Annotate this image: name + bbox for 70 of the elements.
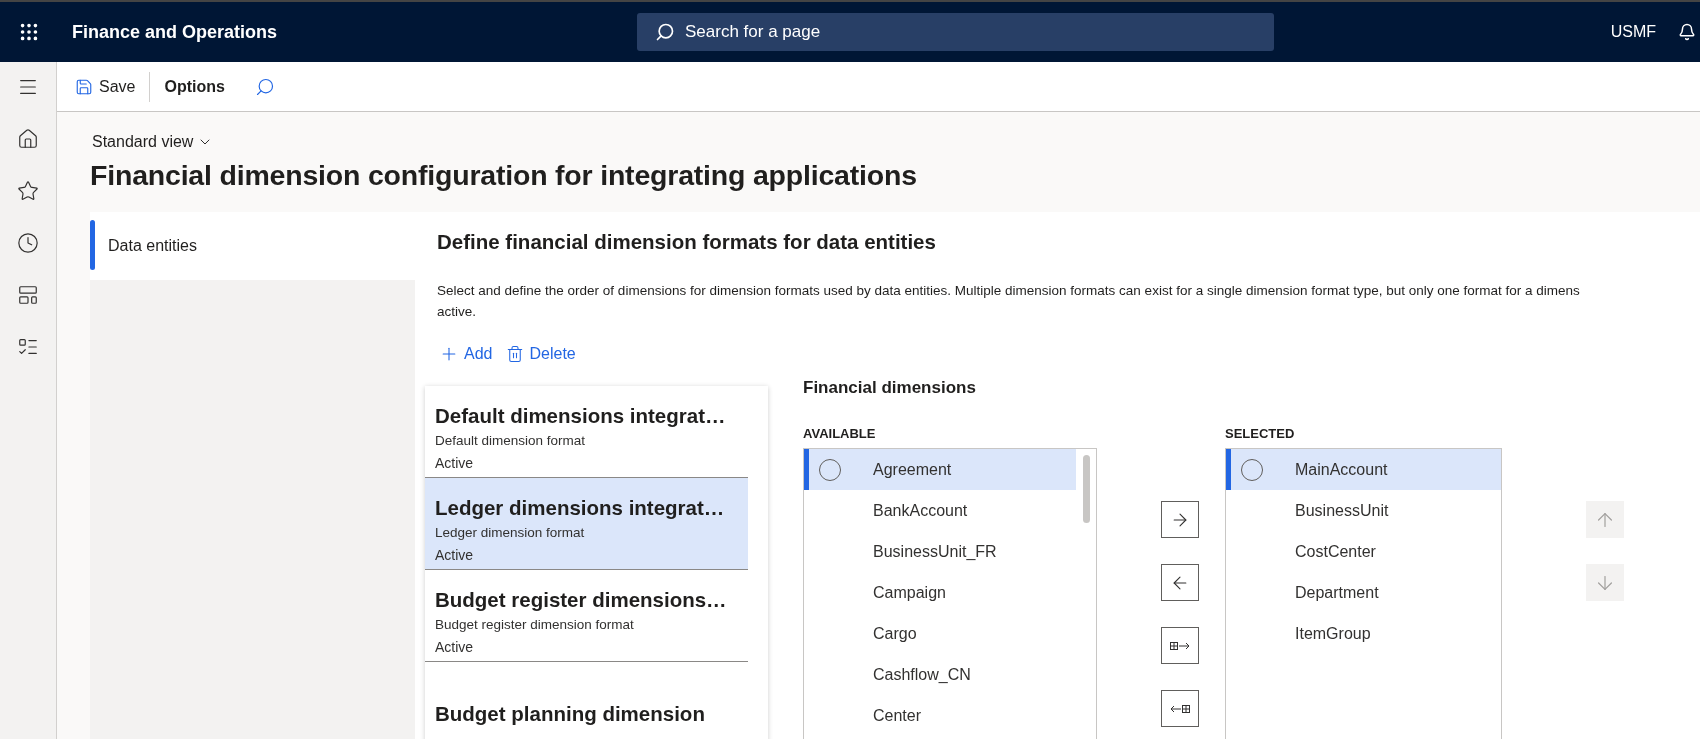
save-icon [75,77,93,96]
page-title: Financial dimension configuration for integrating applications [90,159,918,192]
grid-left-arrow-icon [1170,703,1190,714]
dimension-name: BusinessUnit_FR [873,542,997,561]
dimension-item[interactable]: Center [804,695,1076,736]
format-title: Default dimensions integrat… [435,404,727,428]
description-text: active. [437,303,478,321]
dimension-item[interactable]: BusinessUnit_FR [804,531,1076,572]
clock-icon[interactable] [17,232,39,254]
format-title: Budget planning dimension [435,701,706,726]
format-card[interactable]: Ledger dimensions integrat… Ledger dimension format Active [425,478,748,570]
format-card[interactable]: Default dimensions integrat… Default dimension format Active [425,386,748,478]
dimension-name: Campaign [873,583,946,602]
delete-button[interactable]: Delete [504,342,578,366]
dimension-name: Agreement [873,460,952,479]
home-icon[interactable] [17,128,39,150]
format-type: Default dimension format [435,433,587,448]
selected-label: SELECTED [1225,426,1296,441]
format-status: Active [435,455,475,471]
company-name[interactable]: USMF [1610,23,1656,41]
dimension-item[interactable]: MainAccount [1226,449,1501,490]
section-heading: Define financial dimension formats for data entities [437,230,937,254]
dimension-item[interactable]: Agreement [804,449,1076,490]
dimension-item[interactable]: Department [1226,572,1501,613]
dimension-item[interactable]: BankAccount [804,490,1076,531]
search-field[interactable]: Search for a page [637,13,1274,51]
search-placeholder: Search for a page [685,22,821,42]
format-type: Ledger dimension format [435,525,586,540]
dimension-name: Cashflow_CN [873,665,971,684]
format-card[interactable]: Budget register dimensions… Budget register dimension format Active [425,570,748,662]
dimension-name: ItemGroup [1295,624,1371,643]
dimension-name: BusinessUnit [1295,501,1389,520]
dimension-name: MainAccount [1295,460,1388,479]
description-text: Select and define the order of dimensions for dimension formats used by data entities. Multiple dimension formats can exist for a single dimension format type, but only one format for a dimens [437,282,1581,300]
format-status: Active [435,639,475,655]
dimension-name: CostCenter [1295,542,1376,561]
view-selector[interactable]: Standard view [90,133,214,151]
move-button[interactable] [1161,501,1199,538]
dimension-item[interactable]: Cashflow_CN [804,654,1076,695]
app-title: Finance and Operations [72,21,279,43]
star-icon[interactable] [17,180,39,202]
workspace-icon[interactable] [17,284,39,306]
trash-icon [506,345,525,363]
search-icon [655,22,675,42]
available-label: AVAILABLE [803,426,877,441]
dimensions-heading: Financial dimensions [803,378,977,399]
search-button[interactable] [254,76,275,97]
format-type: Budget register dimension format [435,617,635,632]
bell-icon[interactable] [1678,23,1696,41]
save-button[interactable]: Save [69,73,142,100]
add-button[interactable]: Add [437,342,495,366]
format-title: Budget register dimensions… [435,588,728,612]
grid-right-arrow-icon [1170,640,1190,651]
dimension-item[interactable]: Cargo [804,613,1076,654]
move-button[interactable] [1161,690,1199,727]
format-title: Ledger dimensions integrat… [435,496,726,520]
move-button[interactable] [1161,564,1199,601]
side-tab[interactable]: Data entities [90,212,415,280]
dimension-name: BankAccount [873,501,968,520]
dimension-name: Department [1295,583,1379,602]
dimension-name: Center [873,706,922,725]
dimension-item[interactable]: Campaign [804,572,1076,613]
options-button[interactable]: Options [158,73,231,100]
dimension-name: Cargo [873,624,917,643]
dimension-item[interactable]: CostCenter [1226,531,1501,572]
move-button[interactable] [1161,627,1199,664]
dimension-item[interactable]: ItemGroup [1226,613,1501,654]
dimension-item[interactable]: BusinessUnit [1226,490,1501,531]
scrollbar-thumb[interactable] [1083,455,1090,523]
format-status: Active [435,547,475,563]
